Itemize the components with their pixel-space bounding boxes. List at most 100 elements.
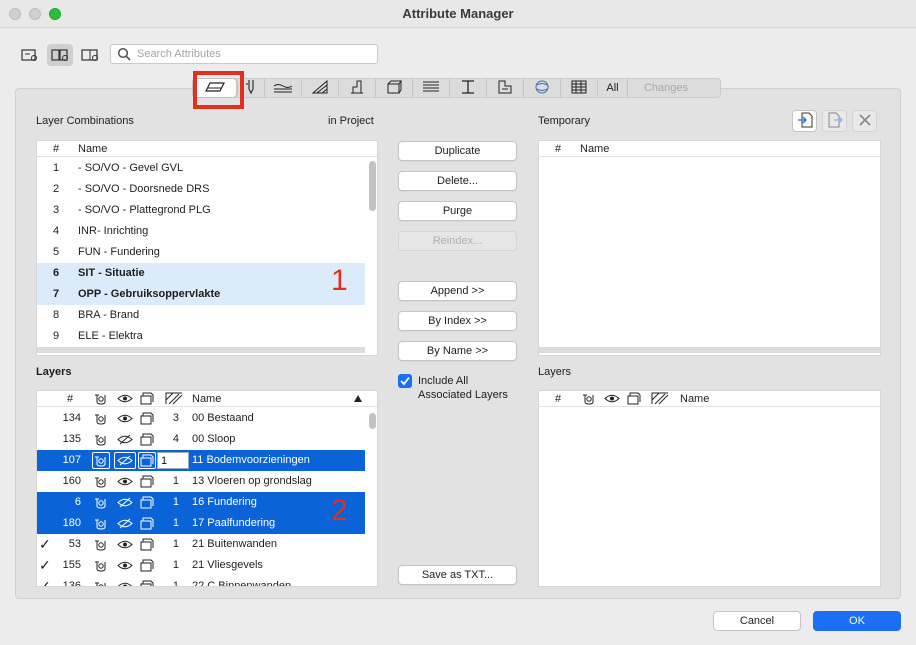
lock-icon[interactable] [92, 536, 110, 553]
combination-row[interactable]: 5 FUN - Fundering [37, 242, 365, 263]
combination-row[interactable]: 9 ELE - Elektra [37, 326, 365, 347]
wireframe-icon[interactable] [138, 494, 156, 511]
hidden-eye-icon[interactable] [114, 431, 136, 448]
lock-icon[interactable] [92, 494, 110, 511]
all-tab[interactable]: All [598, 79, 628, 97]
close-file-button[interactable] [852, 110, 877, 132]
wireframe-icon[interactable] [138, 410, 156, 427]
line-types-tab[interactable] [265, 79, 302, 97]
combination-row[interactable]: 2 - SO/VO - Doorsnede DRS [37, 179, 365, 200]
single-view-icon[interactable] [17, 44, 43, 66]
search-field[interactable] [110, 44, 378, 64]
save-as-txt-button[interactable]: Save as TXT... [398, 565, 517, 585]
wireframe-icon[interactable] [138, 431, 156, 448]
ok-button[interactable]: OK [813, 611, 901, 631]
layer-row[interactable]: 160 1 13 Vloeren op grondslag [37, 471, 365, 492]
combination-row[interactable]: 6 SIT - Situatie [37, 263, 365, 284]
layer-row[interactable]: 134 3 00 Bestaand [37, 408, 365, 429]
lock-icon[interactable] [92, 557, 110, 574]
duplicate-button[interactable]: Duplicate [398, 141, 517, 161]
delete-button[interactable]: Delete... [398, 171, 517, 191]
reindex-button[interactable]: Reindex... [398, 231, 517, 251]
vertical-scrollbar[interactable] [369, 413, 376, 429]
layer-number: 180 [62, 517, 81, 529]
layer-name: 00 Bestaand [192, 412, 254, 424]
combination-row[interactable]: 8 BRA - Brand [37, 305, 365, 326]
eye-icon[interactable] [114, 410, 136, 427]
pen-number-input[interactable]: 1 [157, 452, 189, 469]
list-header: # Name [539, 391, 880, 407]
vertical-scrollbar[interactable] [369, 161, 376, 211]
building-materials-tab[interactable] [413, 79, 450, 97]
wireframe-icon[interactable] [138, 473, 156, 490]
by-index-button[interactable]: By Index >> [398, 311, 517, 331]
detail-view-icon[interactable] [77, 44, 103, 66]
combination-row[interactable]: 4 INR- Inrichting [37, 221, 365, 242]
eye-icon[interactable] [114, 536, 136, 553]
layer-row[interactable]: ✓ 53 1 21 Buitenwanden [37, 534, 365, 555]
layer-row[interactable]: 6 1 16 Fundering [37, 492, 365, 513]
include-associated-checkbox[interactable] [398, 374, 412, 388]
hidden-eye-icon[interactable] [114, 494, 136, 511]
zones-tab[interactable] [487, 79, 524, 97]
cancel-button[interactable]: Cancel [713, 611, 801, 631]
layer-name: 16 Fundering [192, 496, 257, 508]
eye-icon[interactable] [114, 473, 136, 490]
profiles-tab[interactable] [376, 79, 413, 97]
combination-row[interactable]: 7 OPP - Gebruiksoppervlakte [37, 284, 365, 305]
layer-name: 21 Buitenwanden [192, 538, 278, 550]
layer-combinations-list[interactable]: # Name 1 - SO/VO - Gevel GVL 2 - SO/VO - Do… [36, 140, 378, 356]
combination-row[interactable]: 3 - SO/VO - Plattegrond PLG [37, 200, 365, 221]
sort-arrow-icon[interactable] [353, 394, 363, 406]
lock-icon[interactable] [92, 473, 110, 490]
horizontal-scrollbar[interactable] [539, 347, 880, 353]
zone-icon [497, 80, 513, 97]
temporary-combinations-list[interactable]: # Name [538, 140, 881, 356]
annotation-2: 2 [331, 494, 348, 527]
surfaces-tab[interactable] [524, 79, 561, 97]
lock-icon[interactable] [92, 515, 110, 532]
combination-name: BRA - Brand [78, 309, 140, 321]
fills-tab[interactable] [302, 79, 339, 97]
fill-icon [311, 79, 329, 97]
surface-icon [534, 79, 550, 98]
combination-row[interactable]: 1 - SO/VO - Gevel GVL [37, 158, 365, 179]
list-header: # Name [37, 391, 377, 407]
hidden-eye-icon[interactable] [114, 452, 136, 469]
append-button[interactable]: Append >> [398, 281, 517, 301]
in-project-label: in Project [328, 115, 374, 127]
eye-icon[interactable] [114, 578, 136, 586]
wireframe-icon[interactable] [138, 515, 156, 532]
lock-icon[interactable] [92, 410, 110, 427]
purge-button[interactable]: Purge [398, 201, 517, 221]
by-name-button[interactable]: By Name >> [398, 341, 517, 361]
lock-icon[interactable] [92, 431, 110, 448]
layer-row[interactable]: 107 1 11 Bodemvoorzieningen [37, 450, 365, 471]
wireframe-icon[interactable] [138, 452, 156, 469]
profiles-beam-tab[interactable] [450, 79, 487, 97]
dual-view-icon[interactable] [47, 44, 73, 66]
lock-icon[interactable] [92, 452, 110, 469]
wireframe-icon [140, 392, 154, 408]
wireframe-icon[interactable] [138, 578, 156, 586]
markup-styles-tab[interactable] [561, 79, 598, 97]
layer-pen-number: 4 [172, 433, 179, 445]
wireframe-icon[interactable] [138, 536, 156, 553]
wireframe-icon[interactable] [138, 557, 156, 574]
horizontal-scrollbar[interactable] [37, 347, 365, 353]
import-button[interactable] [792, 110, 817, 132]
layer-row[interactable]: ✓ 155 1 21 Vliesgevels [37, 555, 365, 576]
layer-check: ✓ [39, 578, 51, 587]
changes-tab[interactable]: Changes [628, 79, 704, 97]
layer-row[interactable]: 135 4 00 Sloop [37, 429, 365, 450]
hidden-eye-icon[interactable] [114, 515, 136, 532]
temporary-layers-list[interactable]: # Name [538, 390, 881, 587]
layers-list[interactable]: # Name 134 3 00 Bestaand 135 4 00 Sloop 107 1 11… [36, 390, 378, 587]
composites-tab[interactable] [339, 79, 376, 97]
eye-icon[interactable] [114, 557, 136, 574]
search-input[interactable] [137, 46, 373, 62]
layer-row[interactable]: ✓ 136 1 22 C Binnenwanden [37, 576, 365, 587]
export-button[interactable] [822, 110, 847, 132]
layer-row[interactable]: 180 1 17 Paalfundering [37, 513, 365, 534]
lock-icon[interactable] [92, 578, 110, 586]
